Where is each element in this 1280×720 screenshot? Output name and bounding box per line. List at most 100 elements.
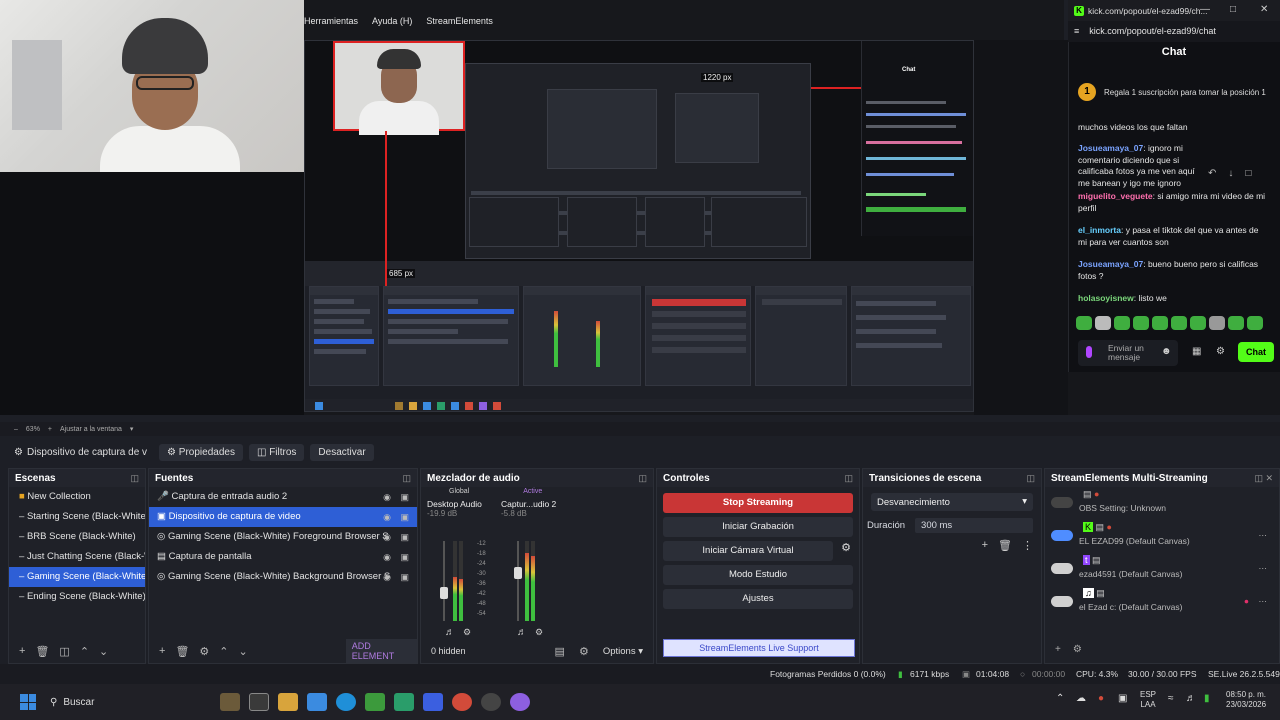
lock-icon[interactable]: ▣ [400,567,409,587]
source-item[interactable]: ▤ Captura de pantalla ◉ ▣ [149,547,417,567]
lock-icon[interactable]: ▣ [400,547,409,567]
transition-select[interactable]: Desvanecimiento ▾ [871,493,1033,511]
scene-item[interactable]: – Ending Scene (Black-White) [9,587,145,607]
tray-chevron-icon[interactable]: ⌃ [1056,694,1064,704]
lock-icon[interactable]: ▣ [400,487,409,507]
volume-fader[interactable] [443,541,445,621]
dock-close-icon[interactable]: ◫ ✕ [1254,473,1273,484]
dock-popout-icon[interactable]: ◫ [130,473,139,484]
emote-icon[interactable] [1152,316,1168,330]
emote-icon[interactable] [1095,316,1111,330]
clock[interactable]: 08:50 p. m. 23/03/2026 [1226,690,1266,710]
fader-knob[interactable] [514,567,522,579]
filters-button[interactable]: ◫ Filtros [248,443,305,461]
gift-icon[interactable]: ▦ [1192,346,1201,357]
taskbar-search[interactable]: ⚲ Buscar [50,689,220,715]
dock-popout-icon[interactable]: ◫ [1026,473,1035,484]
gear-icon[interactable]: ⚙ [579,645,589,658]
settings-icon[interactable]: ⚙ [1216,346,1225,357]
speaker-icon[interactable]: ♬ [445,627,455,638]
add-icon[interactable]: + [1055,644,1061,655]
maximize-icon[interactable]: □ [1230,4,1236,15]
add-icon[interactable]: + [19,645,25,657]
add-icon[interactable]: + [982,539,988,552]
tray-icon[interactable]: ● [1098,694,1104,704]
emote-icon[interactable] [1247,316,1263,330]
chrome-icon[interactable] [452,693,472,711]
lock-icon[interactable]: ▣ [400,527,409,547]
source-item-selected[interactable]: ▣ Dispositivo de captura de video ◉ ▣ [149,507,417,527]
stream-toggle[interactable] [1051,497,1073,508]
emote-icon[interactable] [1114,316,1130,330]
wifi-icon[interactable]: ≈ [1168,694,1174,704]
stream-toggle[interactable] [1051,530,1073,541]
emote-icon[interactable] [1171,316,1187,330]
se-live-support-button[interactable]: StreamElements Live Support [663,639,855,657]
zoom-out-icon[interactable]: – [14,426,18,433]
virtual-camera-settings-icon[interactable]: ⚙ [841,541,851,554]
chevron-down-icon[interactable]: ▾ [130,425,134,433]
scene-item-selected[interactable]: – Gaming Scene (Black-White) [9,567,145,587]
tray-icon[interactable]: ▣ [1118,694,1127,704]
emote-icon[interactable] [1133,316,1149,330]
source-item[interactable]: ◎ Gaming Scene (Black-White) Foreground … [149,527,417,547]
xbox-icon[interactable] [365,693,385,711]
zoom-in-icon[interactable]: + [48,426,52,433]
close-icon[interactable]: ✕ [1260,4,1268,15]
duration-input[interactable]: 300 ms [915,517,1033,533]
lock-icon[interactable]: ▣ [400,507,409,527]
settings-button[interactable]: Ajustes [663,589,853,609]
stop-streaming-button[interactable]: Stop Streaming [663,493,853,513]
dock-popout-icon[interactable]: ◫ [844,473,853,484]
app-icon[interactable] [394,693,414,711]
reply-icon[interactable]: ↶ [1208,168,1216,182]
trash-icon[interactable]: 🗑 [35,645,49,658]
emote-icon[interactable] [1209,316,1225,330]
windows-start-icon[interactable] [20,694,36,710]
app-icon[interactable] [423,693,443,711]
gear-icon[interactable]: ⚙ [463,627,471,638]
eye-icon[interactable]: ◉ [383,487,391,507]
trash-icon[interactable]: 🗑 [175,645,189,658]
scene-item[interactable]: – BRB Scene (Black-White) [9,527,145,547]
add-icon[interactable]: + [159,645,165,657]
tray-icon[interactable]: ☁ [1076,694,1086,704]
app-icon[interactable] [510,693,530,711]
stream-toggle[interactable] [1051,596,1073,607]
eye-icon[interactable]: ◉ [383,547,391,567]
filter-icon[interactable]: ◫ [59,645,69,658]
minimize-icon[interactable]: — [1200,4,1210,15]
chevron-down-icon[interactable]: ⌄ [99,645,108,658]
source-item[interactable]: ◎ Gaming Scene (Black-White) Background … [149,567,417,587]
stream-toggle[interactable] [1051,563,1073,574]
volume-icon[interactable]: ♬ [1186,694,1196,704]
zoom-fit-button[interactable]: Ajustar a la ventana [60,426,122,433]
menu-herramientas[interactable]: Herramientas [304,16,358,32]
more-icon[interactable]: ⋯ [1259,563,1268,574]
gift-sub-banner[interactable]: 1 Regala 1 suscripción para tomar la pos… [1078,76,1270,108]
scene-item[interactable]: – Just Chatting Scene (Black-Whit [9,547,145,567]
store-icon[interactable] [307,693,327,711]
fader-knob[interactable] [440,587,448,599]
obs-icon[interactable] [481,693,501,711]
emoji-icon[interactable]: ☻ [1161,346,1172,357]
source-item[interactable]: 🎤 Captura de entrada audio 2 ◉ ▣ [149,487,417,507]
list-icon[interactable]: ▤ [555,645,565,658]
pin-icon[interactable]: ↓ [1228,168,1233,182]
gear-icon[interactable]: ⚙ [199,645,209,658]
more-icon[interactable]: ⋮ [1022,539,1033,552]
app-icon[interactable] [220,693,240,711]
language-indicator[interactable]: ESP LAA [1140,690,1156,710]
properties-button[interactable]: ⚙ Propiedades [159,443,243,461]
scene-item[interactable]: – Starting Scene (Black-White) [9,507,145,527]
file-explorer-icon[interactable] [278,693,298,711]
battery-icon[interactable]: ▮ [1204,694,1210,704]
scene-item[interactable]: ■ New Collection [9,487,145,507]
menu-streamelements[interactable]: StreamElements [426,16,493,32]
menu-ayuda[interactable]: Ayuda (H) [372,16,412,32]
eye-icon[interactable]: ◉ [383,527,391,547]
taskview-icon[interactable] [249,693,269,711]
chevron-down-icon[interactable]: ⌄ [239,645,248,658]
add-element-button[interactable]: ADD ELEMENT [345,639,417,663]
gear-icon[interactable]: ⚙ [535,627,543,638]
